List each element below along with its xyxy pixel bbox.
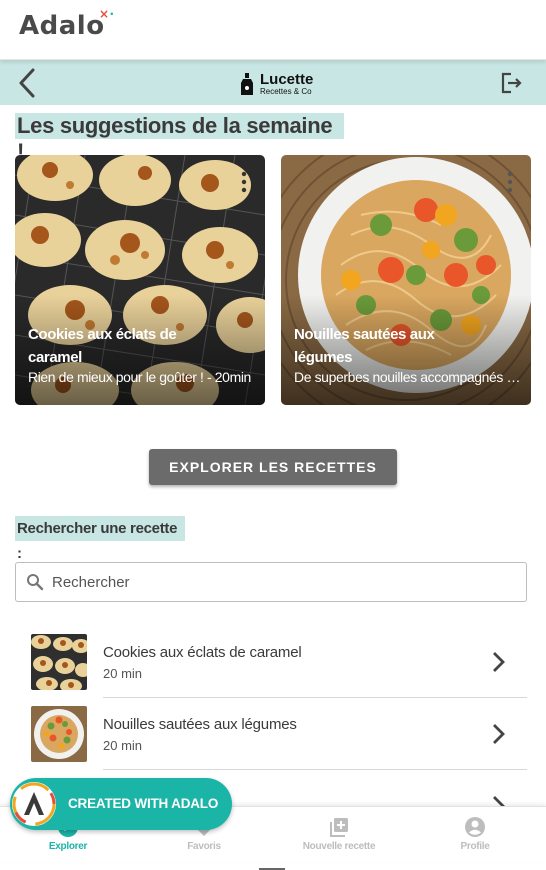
recipe-thumbnail xyxy=(31,706,87,762)
nav-label: Profile xyxy=(460,841,490,852)
recipe-title: Cookies aux éclats de caramel xyxy=(103,644,302,661)
badge-text: CREATED WITH ADALO xyxy=(68,796,219,811)
explore-recipes-button[interactable]: EXPLORER LES RECETTES xyxy=(149,449,397,485)
logout-button[interactable] xyxy=(498,70,524,96)
nav-item-profile[interactable]: Profile xyxy=(407,807,543,863)
nav-label: Nouvelle recette xyxy=(302,841,376,852)
nav-item-nouvelle-recette[interactable]: Nouvelle recette xyxy=(271,807,407,863)
chevron-right-icon xyxy=(493,724,505,744)
created-with-adalo-badge[interactable]: CREATED WITH ADALO xyxy=(10,778,232,830)
adalo-badge-icon xyxy=(12,782,56,826)
brand-bar: Adalo ×· xyxy=(0,0,546,60)
nav-label: Favoris xyxy=(187,841,221,852)
suggestion-card-cookies[interactable]: Cookies aux éclats de caramel Rien de mi… xyxy=(15,155,265,405)
search-icon xyxy=(27,574,44,591)
search-input[interactable] xyxy=(52,568,512,596)
recipe-thumbnail xyxy=(31,634,87,690)
recipe-time: 20 min xyxy=(103,738,143,753)
card-subtitle: De superbes nouilles accompagnés de légu… xyxy=(294,369,522,385)
list-item-noodles[interactable]: Nouilles sautées aux légumes 20 min xyxy=(31,706,527,778)
nav-label: Explorer xyxy=(48,841,88,852)
chevron-right-icon xyxy=(493,652,505,672)
more-vert-icon[interactable] xyxy=(241,171,247,193)
recipe-time: 20 min xyxy=(103,666,143,681)
chevron-left-icon xyxy=(19,68,35,98)
account-circle-icon xyxy=(465,817,485,837)
recipe-title: Nouilles sautées aux légumes xyxy=(103,716,297,733)
sparkle-icon: ×· xyxy=(98,7,115,21)
bottle-icon xyxy=(241,73,253,95)
list-item-cookies[interactable]: Cookies aux éclats de caramel 20 min xyxy=(31,634,527,706)
logo-tagline: Recettes & Co xyxy=(260,87,312,96)
logo-name: Lucette xyxy=(260,71,314,88)
brand-name: Adalo xyxy=(19,11,105,41)
adalo-logo: Adalo ×· xyxy=(19,7,114,41)
card-title: Nouilles sautées aux légumes xyxy=(294,326,435,366)
search-label: Rechercher une recette : xyxy=(15,516,185,562)
suggestions-title: Les suggestions de la semaine ! xyxy=(15,113,344,164)
back-button[interactable] xyxy=(14,66,44,100)
card-title: Cookies aux éclats de caramel xyxy=(28,326,177,366)
card-subtitle: Rien de mieux pour le goûter ! - 20min xyxy=(28,369,251,385)
add-library-icon xyxy=(330,818,348,837)
logout-icon xyxy=(501,72,522,94)
app-header: Lucette Recettes & Co xyxy=(0,60,546,105)
divider xyxy=(103,769,527,770)
divider xyxy=(103,697,527,698)
more-vert-icon[interactable] xyxy=(507,171,513,193)
suggestion-card-noodles[interactable]: Nouilles sautées aux légumes De superbes… xyxy=(281,155,531,405)
lucette-logo: Lucette Recettes & Co xyxy=(240,72,313,96)
search-box xyxy=(15,562,527,602)
